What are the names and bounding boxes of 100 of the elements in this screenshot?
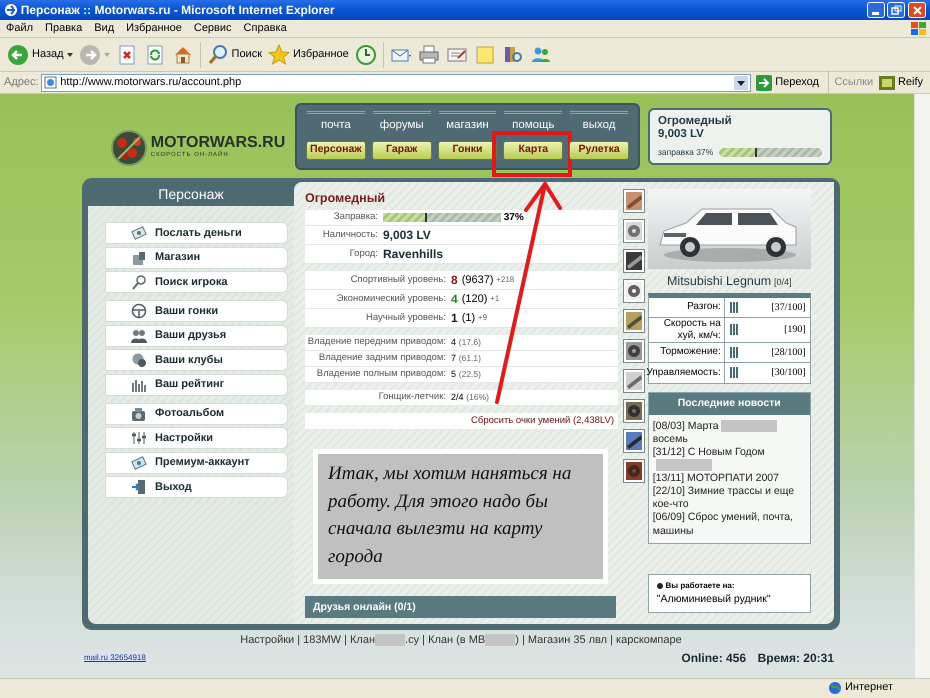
footer-links[interactable]: .cy | Клан (в МВ (405, 634, 486, 646)
stat-value: [37/100] (771, 300, 807, 315)
sidebar-item[interactable]: Ваш рейтинг (105, 374, 288, 396)
stat-label: Наличность: (322, 228, 379, 242)
menu-item[interactable]: Сервис (188, 20, 238, 37)
nav-link[interactable]: форумы (372, 111, 431, 136)
sidebar-item[interactable]: Премиум-аккаунт (105, 452, 288, 474)
sidebar-item[interactable]: Ваши клубы (105, 349, 288, 371)
menu-item[interactable]: Вид (88, 20, 120, 37)
note-icon (474, 44, 496, 66)
stat-bonus: +218 (496, 274, 514, 286)
sidebar-item[interactable]: Магазин (105, 246, 288, 268)
close-icon (912, 4, 922, 16)
stat-value: [30/100] (771, 366, 807, 380)
job-label: Вы работаете на: (666, 580, 735, 592)
footer-links[interactable]: ) | Магазин 35 лвл | карскомпаре (515, 634, 682, 646)
address-label: Адрес: (4, 75, 39, 90)
sidebar-item[interactable]: Поиск игрока (105, 271, 288, 293)
page-icon (44, 76, 58, 89)
stat-label: Спортивный уровень: (350, 272, 447, 287)
stat-detail: (9637) (462, 272, 494, 288)
window-title: Персонаж :: Motorwars.ru - Microsoft Internet Explorer (20, 2, 336, 19)
minimize-icon (872, 12, 879, 15)
counter-badge[interactable]: mail.ru 32654918 (82, 652, 148, 664)
stat-value: 2/4 (451, 390, 464, 404)
stat-value: 9,003 LV (383, 226, 431, 244)
sidebar-item[interactable]: Настройки (105, 427, 288, 449)
menu-item[interactable]: Правка (39, 20, 88, 37)
stat-bonus: +9 (478, 312, 488, 324)
news-item[interactable]: [06/09] Сброс умений, почта, машины (652, 511, 806, 538)
friends-online-bar[interactable]: Друзья онлайн (0/1) (305, 596, 616, 618)
car-slots: [0/4] (774, 277, 792, 287)
go-button[interactable]: Переход (753, 72, 822, 93)
stat-label: Управляемость: (646, 366, 721, 379)
stat-detail: (120) (462, 292, 488, 306)
news-item[interactable]: [13/11] МОТОРПАТИ 2007 (652, 472, 806, 486)
stat-value: 4 (451, 336, 456, 348)
search-icon (131, 274, 147, 290)
restore-button[interactable] (887, 2, 906, 18)
nav-button[interactable]: Гонки (438, 140, 498, 160)
nav-button[interactable]: Персонаж (306, 140, 366, 160)
reset-skills-link[interactable]: Сбросить очки умений (2,438LV) (465, 412, 618, 429)
nav-button[interactable]: Рулетка (569, 140, 629, 160)
fuel-label: заправка 37% (658, 146, 714, 159)
panel-tab[interactable]: Персонаж (88, 182, 294, 206)
sidebar-item[interactable]: Ваши друзья (105, 324, 288, 346)
sidebar-item[interactable]: Послать деньги (105, 222, 288, 244)
nav-link[interactable]: почта (307, 111, 365, 136)
search-button[interactable]: Поиск (204, 42, 266, 68)
minimize-button[interactable] (866, 2, 884, 18)
dropdown-arrow-icon (104, 52, 110, 56)
logo-icon (110, 128, 148, 166)
stat-label: Владение передним приводом: (306, 335, 447, 350)
address-field[interactable]: http://www.motorwars.ru/account.php (41, 74, 750, 92)
banknote-icon (131, 454, 147, 470)
close-button[interactable] (908, 2, 926, 18)
news-item[interactable]: [31/12] С Новым Годом (652, 446, 765, 458)
stat-value: Ravenhills (383, 246, 444, 263)
go-arrow-icon (756, 74, 772, 90)
nav-link[interactable]: магазин (438, 111, 496, 136)
sidebar-item[interactable]: Ваши гонки (105, 300, 288, 322)
stat-bar-icon (728, 302, 741, 313)
news-item[interactable]: восемь (652, 432, 806, 446)
player-name: Огромедный (658, 115, 733, 128)
menu-item[interactable]: Файл (0, 20, 40, 37)
dropdown-arrow-icon (66, 52, 73, 56)
menu-item[interactable]: Справка (238, 20, 293, 37)
player-money: 9,003 LV (658, 128, 705, 140)
exit-door-icon (131, 479, 147, 495)
favorites-button[interactable]: Избранное (265, 42, 352, 68)
nav-button[interactable]: Карта (503, 140, 564, 160)
nav-link[interactable]: помощь (504, 111, 562, 136)
back-button[interactable]: Назад (4, 42, 76, 68)
news-title: Последние новости (648, 392, 810, 414)
addon-icon (878, 76, 895, 90)
printer-icon (418, 44, 440, 66)
sidebar-item[interactable]: Выход (105, 476, 288, 498)
stat-label: Экономический уровень: (336, 292, 447, 306)
zone-label: Интернет (845, 680, 893, 696)
menu-item[interactable]: Избранное (120, 20, 188, 37)
addon-button[interactable]: Reify (876, 72, 926, 93)
news-item[interactable]: [22/10] Зимние трассы и еще кое-что (652, 485, 806, 512)
footer-links[interactable]: Настройки | 183MW | Клан (240, 634, 376, 646)
nav-button[interactable]: Гараж (372, 140, 432, 160)
stat-value: 37% (504, 210, 524, 225)
nav-link[interactable]: выход (570, 111, 628, 136)
logo-text[interactable]: MOTORWARS.RU (150, 135, 286, 151)
shop-icon (131, 250, 147, 266)
scrollbar[interactable] (914, 94, 930, 678)
car-name: Mitsubishi Legnum (667, 274, 772, 288)
redaction-block (375, 634, 406, 646)
globe-icon (828, 680, 842, 694)
news-item[interactable]: [08/03] Марта (652, 420, 719, 432)
stat-value: 4 (451, 290, 458, 308)
stat-label: Научный уровень: (364, 310, 447, 325)
stat-bar-icon (728, 324, 741, 336)
stat-value: [28/100] (771, 346, 807, 360)
stat-detail: (22.5) (458, 368, 481, 381)
sidebar-item[interactable]: Фотоальбом (105, 402, 288, 424)
banknote-icon (131, 225, 147, 241)
